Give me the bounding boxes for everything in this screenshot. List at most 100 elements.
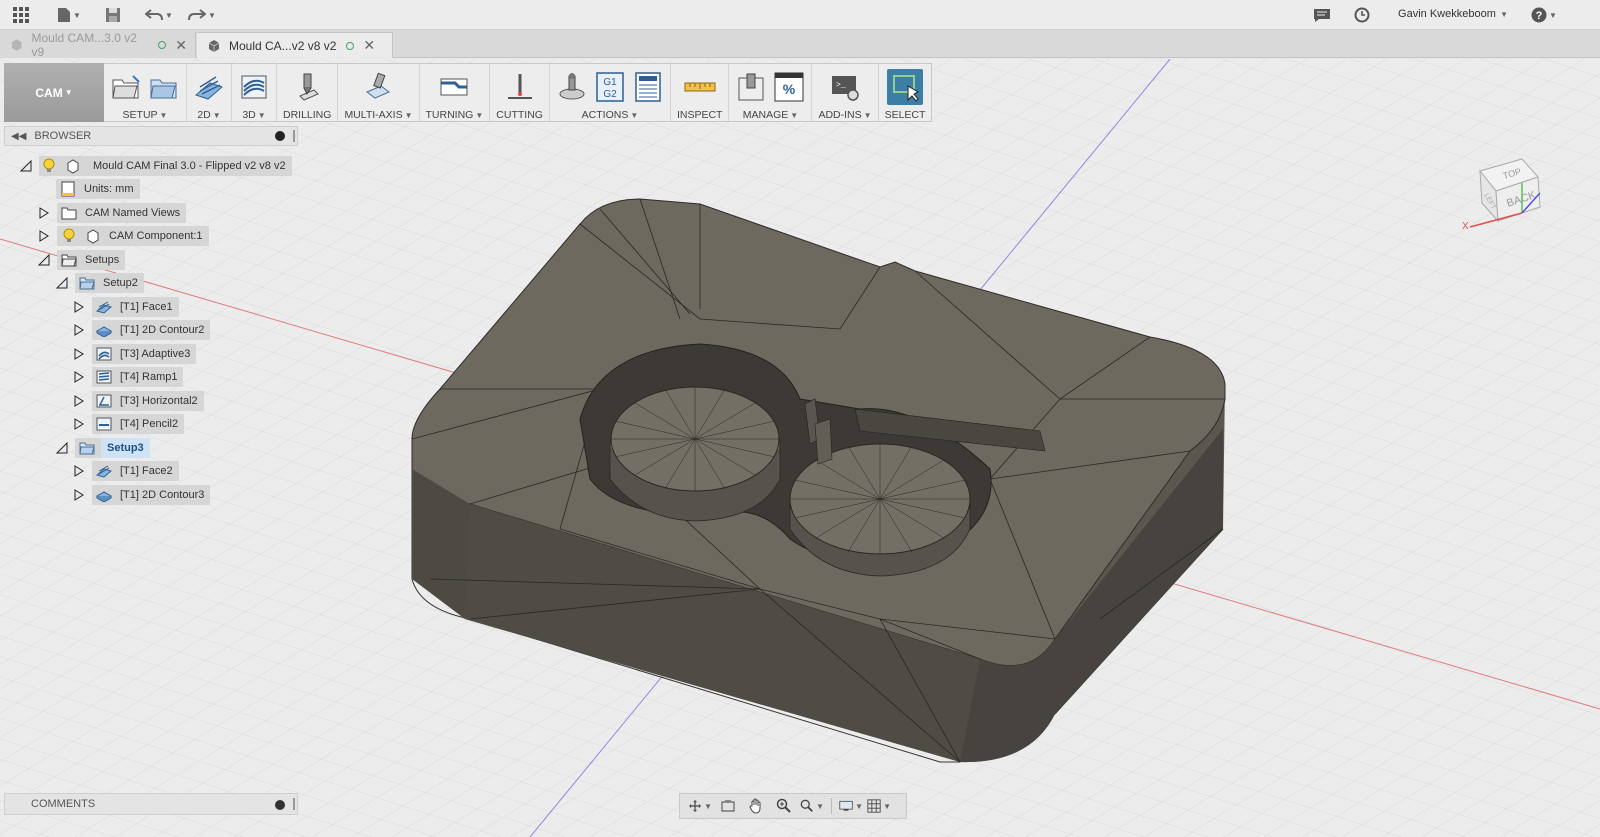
tree-node-operation[interactable]: [T3] Horizontal2 <box>72 391 204 411</box>
manage-group[interactable]: % MANAGE ▼ <box>729 64 813 121</box>
face-op-icon <box>96 463 112 479</box>
actions-group[interactable]: G1 G2 ACTIONS ▼ <box>550 64 671 121</box>
multi-axis-icon[interactable] <box>362 71 394 103</box>
tree-node-named-views[interactable]: CAM Named Views <box>37 203 187 223</box>
multi-axis-group[interactable]: MULTI-AXIS ▼ <box>338 64 420 121</box>
close-tab-icon[interactable]: ✕ <box>363 37 375 54</box>
comments-toggle-button[interactable] <box>1312 4 1332 26</box>
face-op-icon <box>96 299 112 315</box>
setup-group[interactable]: SETUP ▼ <box>104 64 187 121</box>
pan-button[interactable] <box>744 796 768 816</box>
document-tab-active[interactable]: Mould CA...v2 v8 v2 ✕ <box>197 32 393 58</box>
display-settings-button[interactable]: ▼ <box>839 796 863 816</box>
3d-group[interactable]: 3D ▼ <box>232 64 277 121</box>
expand-triangle-icon[interactable] <box>37 206 51 220</box>
expand-triangle-icon[interactable] <box>72 417 86 431</box>
panel-resize-handle[interactable] <box>293 798 295 810</box>
comments-panel[interactable]: COMMENTS <box>4 793 298 815</box>
inspect-group[interactable]: INSPECT <box>671 64 730 121</box>
expand-triangle-icon[interactable] <box>72 464 86 478</box>
setup-folder-icon[interactable] <box>148 71 180 103</box>
tree-node-operation[interactable]: [T1] 2D Contour2 <box>72 320 211 340</box>
adaptive-op-icon <box>96 346 112 362</box>
orbit-button[interactable]: ▼ <box>688 796 712 816</box>
tree-node-operation[interactable]: [T1] Face1 <box>72 297 179 317</box>
help-button[interactable]: ? ▼ <box>1528 4 1560 26</box>
tree-node-operation[interactable]: [T4] Ramp1 <box>72 367 184 387</box>
save-button[interactable] <box>103 4 123 26</box>
tree-node-operation[interactable]: [T1] 2D Contour3 <box>72 485 211 505</box>
document-tab-inactive[interactable]: Mould CAM...3.0 v2 v9 ✕ <box>0 31 196 59</box>
app-grid-icon[interactable] <box>10 4 32 26</box>
expand-triangle-icon[interactable] <box>72 370 86 384</box>
component-icon <box>85 228 101 244</box>
select-icon[interactable] <box>886 69 923 105</box>
tool-library-icon[interactable] <box>735 71 767 103</box>
post-library-icon[interactable]: % <box>773 71 805 103</box>
view-cube[interactable]: TOP BACK LEFT X <box>1460 143 1560 233</box>
expand-triangle-icon[interactable] <box>37 229 51 243</box>
collapse-panel-icon[interactable]: ◀◀ <box>11 131 26 142</box>
tab-label: Mould CAM...3.0 v2 v9 <box>31 31 137 59</box>
save-icon <box>106 8 120 22</box>
tree-node-operation[interactable]: [T4] Pencil2 <box>72 414 185 434</box>
drill-icon[interactable] <box>291 71 323 103</box>
cutting-icon[interactable] <box>504 71 536 103</box>
measure-icon[interactable] <box>684 71 716 103</box>
tree-node-setup3[interactable]: Setup3 <box>55 438 150 458</box>
select-group[interactable]: SELECT <box>879 64 932 121</box>
grid-settings-button[interactable]: ▼ <box>867 796 891 816</box>
zoom-button[interactable] <box>772 796 796 816</box>
tab-label: Mould CA...v2 v8 v2 <box>229 38 337 53</box>
expand-triangle-icon[interactable] <box>72 323 86 337</box>
collapse-triangle-icon[interactable] <box>19 159 33 173</box>
expand-triangle-icon[interactable] <box>72 394 86 408</box>
turning-icon[interactable] <box>438 71 470 103</box>
tree-node-setup2[interactable]: Setup2 <box>55 273 144 293</box>
simulate-icon[interactable] <box>556 71 588 103</box>
tree-node-setups[interactable]: Setups <box>37 250 126 270</box>
collapse-triangle-icon[interactable] <box>37 253 51 267</box>
2d-milling-icon[interactable] <box>193 71 225 103</box>
scripts-addins-icon[interactable]: >_ <box>829 71 861 103</box>
turning-group[interactable]: TURNING ▼ <box>420 64 491 121</box>
cutting-group[interactable]: CUTTING <box>490 64 550 121</box>
horizontal-op-icon <box>96 393 112 409</box>
drilling-group[interactable]: DRILLING <box>277 64 339 121</box>
setups-label: Setups <box>85 254 120 266</box>
lightbulb-icon[interactable] <box>41 158 57 174</box>
file-icon <box>58 8 71 22</box>
panel-resize-handle[interactable] <box>293 130 295 142</box>
comments-title: COMMENTS <box>31 798 96 810</box>
undo-button[interactable]: ▼ <box>143 4 175 26</box>
expand-triangle-icon[interactable] <box>72 300 86 314</box>
tree-node-component[interactable]: CAM Component:1 <box>37 226 209 246</box>
3d-milling-icon[interactable] <box>238 71 270 103</box>
tree-node-root[interactable]: Mould CAM Final 3.0 - Flipped v2 v8 v2 <box>19 156 292 176</box>
tree-node-operation[interactable]: [T1] Face2 <box>72 461 179 481</box>
expand-triangle-icon[interactable] <box>72 488 86 502</box>
post-process-icon[interactable]: G1 G2 <box>594 71 626 103</box>
collapse-triangle-icon[interactable] <box>55 276 69 290</box>
expand-triangle-icon[interactable] <box>72 347 86 361</box>
minimize-panel-icon[interactable] <box>275 131 285 141</box>
browser-panel-header[interactable]: ◀◀ BROWSER <box>4 126 298 146</box>
add-ins-group[interactable]: >_ ADD-INS ▼ <box>812 64 879 121</box>
look-at-button[interactable] <box>716 796 740 816</box>
tree-node-operation[interactable]: [T3] Adaptive3 <box>72 344 197 364</box>
user-account-menu[interactable]: Gavin Kwekkeboom ▼ <box>1398 8 1508 20</box>
redo-button[interactable]: ▼ <box>186 4 218 26</box>
chat-icon <box>1314 8 1330 22</box>
workspace-switcher[interactable]: CAM ▼ <box>4 63 104 122</box>
setup-sheet-icon[interactable] <box>632 71 664 103</box>
collapse-triangle-icon[interactable] <box>55 441 69 455</box>
new-setup-icon[interactable] <box>110 71 142 103</box>
add-comment-icon[interactable] <box>275 800 285 810</box>
file-menu-button[interactable]: ▼ <box>54 4 84 26</box>
tree-node-units[interactable]: Units: mm <box>56 179 140 199</box>
2d-group[interactable]: 2D ▼ <box>187 64 232 121</box>
fit-button[interactable]: ▼ <box>800 796 824 816</box>
job-status-button[interactable] <box>1352 4 1372 26</box>
lightbulb-icon[interactable] <box>61 228 77 244</box>
close-tab-icon[interactable]: ✕ <box>175 37 187 54</box>
